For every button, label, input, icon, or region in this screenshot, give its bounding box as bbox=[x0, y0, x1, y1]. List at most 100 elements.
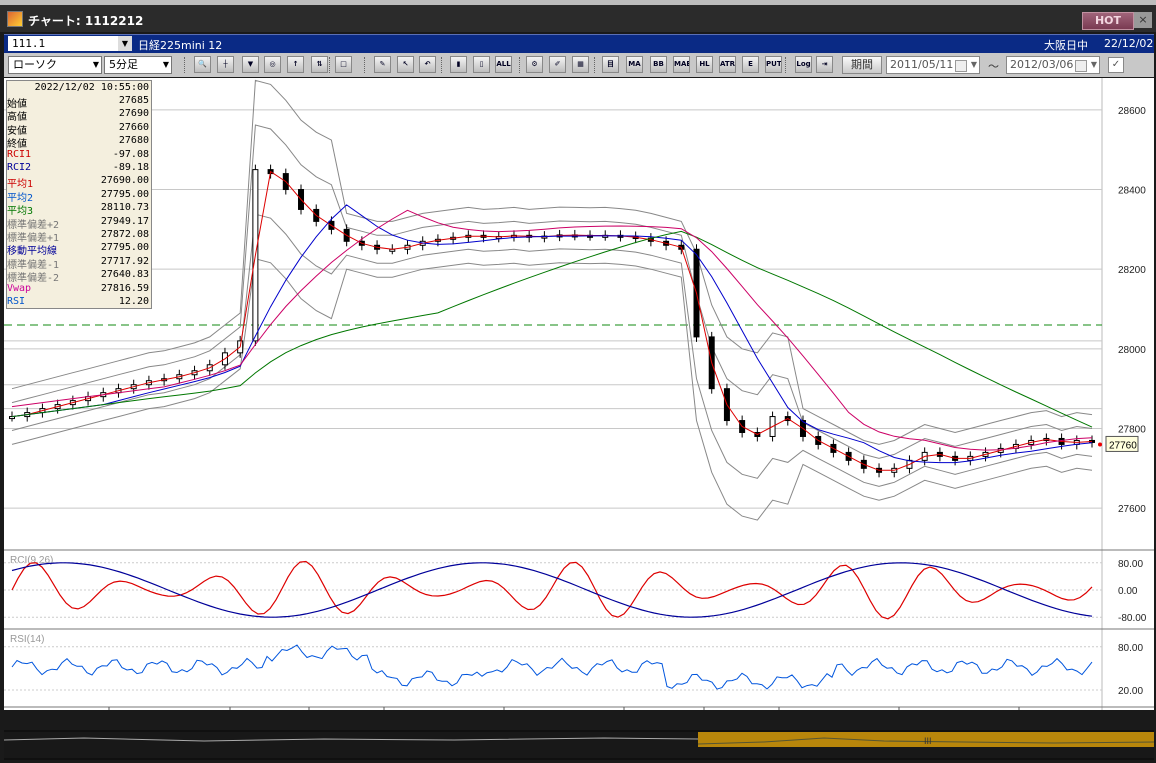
toolbar-separator bbox=[441, 57, 444, 73]
symbol-code-input[interactable]: 111.1 bbox=[8, 36, 118, 51]
date-range-separator: ～ bbox=[988, 60, 999, 73]
info-row: 平均1 27690.00 bbox=[7, 175, 151, 190]
rsi-tick-label: 20.00 bbox=[1118, 686, 1143, 697]
cursor-icon[interactable]: ↖ bbox=[397, 56, 414, 73]
info-row: RCI2 -89.18 bbox=[7, 162, 151, 175]
price-tick-label: 28000 bbox=[1118, 345, 1146, 356]
ichimoku-icon[interactable]: 目 bbox=[602, 56, 619, 73]
title-separator bbox=[0, 0, 1156, 5]
rci-tick-label: 80.00 bbox=[1118, 559, 1143, 570]
price-tick-label: 28200 bbox=[1118, 265, 1146, 276]
info-value: 27816.59 bbox=[100, 282, 149, 294]
grid-icon[interactable]: ┼ bbox=[217, 56, 234, 73]
cursor-datetime: 2022/12/02 10:55:00 bbox=[34, 82, 149, 93]
scrollbar-overview[interactable]: III bbox=[3, 730, 1155, 760]
end-date-value: 2012/03/06 bbox=[1010, 58, 1074, 71]
zoom-icon[interactable]: 🔍 bbox=[194, 56, 211, 73]
atr-icon[interactable]: ATR bbox=[719, 56, 736, 73]
info-value: 27717.92 bbox=[100, 255, 149, 267]
period-checkbox[interactable]: ✓ bbox=[1108, 57, 1124, 73]
info-row: 標準偏差-1 27717.92 bbox=[7, 255, 151, 271]
info-row: 終値 27680 bbox=[7, 135, 151, 150]
window-titlebar: チャート: 1112212 HOT × bbox=[0, 0, 1156, 32]
log-icon[interactable]: Log bbox=[795, 56, 812, 73]
candle-a-icon[interactable]: ▮ bbox=[450, 56, 467, 73]
info-row: RSI 12.20 bbox=[7, 296, 151, 309]
end-date-field[interactable]: 2012/03/06 ▼ bbox=[1006, 56, 1100, 74]
info-label: Vwap bbox=[7, 282, 32, 294]
info-row: 標準偏差+2 27949.17 bbox=[7, 215, 151, 231]
chart-svg[interactable]: 28600 28400 28200 28000 27800 27600 27760 RCI(9… bbox=[4, 78, 1154, 710]
info-value: -97.08 bbox=[112, 148, 149, 160]
palette-icon[interactable]: ▦ bbox=[572, 56, 589, 73]
candle-b-icon[interactable]: ▯ bbox=[473, 56, 490, 73]
band-line bbox=[11, 258, 1093, 521]
current-price-label: 27760 bbox=[1109, 440, 1137, 451]
zoom-box-icon[interactable]: ◎ bbox=[264, 56, 281, 73]
toolbar-separator bbox=[364, 57, 367, 73]
calendar-icon[interactable] bbox=[1075, 60, 1087, 72]
settings-icon[interactable]: ⚙ bbox=[526, 56, 543, 73]
price-tick-label: 28600 bbox=[1118, 106, 1146, 117]
put-icon[interactable]: PUT bbox=[765, 56, 782, 73]
chart-scrollbar[interactable]: III bbox=[3, 730, 1155, 760]
info-value: 27640.83 bbox=[100, 269, 149, 281]
env-icon[interactable]: E bbox=[742, 56, 759, 73]
data-window: 2022/12/02 10:55:00 始値 27685 高値 27690 安値 2766… bbox=[6, 80, 152, 309]
chevron-down-icon: ▼ bbox=[1090, 60, 1097, 69]
chart-type-value: ローソク bbox=[13, 58, 57, 71]
price-tick-label: 27800 bbox=[1118, 425, 1146, 436]
range-up-icon[interactable]: ↑ bbox=[287, 56, 304, 73]
ma-icon[interactable]: MA bbox=[626, 56, 643, 73]
app-icon bbox=[7, 11, 23, 27]
pin-down-icon[interactable]: ▼ bbox=[242, 56, 259, 73]
info-row: 高値 27690 bbox=[7, 108, 151, 123]
pen-icon[interactable]: ✎ bbox=[374, 56, 391, 73]
market-date: 22/12/02 bbox=[1104, 37, 1154, 50]
window-title: チャート: 1112212 bbox=[28, 14, 144, 28]
hot-button[interactable]: HOT bbox=[1082, 12, 1134, 30]
hl-icon[interactable]: HL bbox=[696, 56, 713, 73]
toolbar-separator bbox=[785, 57, 788, 73]
start-date-field[interactable]: 2011/05/11 ▼ bbox=[886, 56, 980, 74]
bb-icon[interactable]: BB bbox=[650, 56, 667, 73]
toolbar-separator bbox=[184, 57, 187, 73]
info-row: RCI1 -97.08 bbox=[7, 149, 151, 162]
rsi-tick-label: 80.00 bbox=[1118, 643, 1143, 654]
info-value: 27949.17 bbox=[100, 215, 149, 227]
info-value: 27690 bbox=[118, 108, 149, 120]
export-icon[interactable]: ⇥ bbox=[816, 56, 833, 73]
info-row: 平均3 28110.73 bbox=[7, 202, 151, 217]
all-icon[interactable]: ALL bbox=[495, 56, 512, 73]
mae-icon[interactable]: MAE bbox=[673, 56, 690, 73]
current-price-dot bbox=[1098, 442, 1102, 447]
info-row: 安値 27660 bbox=[7, 121, 151, 137]
undo-icon[interactable]: ↶ bbox=[419, 56, 436, 73]
blank-icon[interactable]: □ bbox=[335, 56, 352, 73]
wrench-icon[interactable]: ✐ bbox=[549, 56, 566, 73]
info-value: 27795.00 bbox=[100, 242, 149, 254]
interval-select[interactable]: 5分足 ▼ bbox=[104, 56, 172, 74]
ma-long-line bbox=[11, 230, 1093, 428]
chart-area[interactable]: 28600 28400 28200 28000 27800 27600 27760 RCI(9… bbox=[4, 78, 1154, 710]
rsi-line bbox=[11, 644, 1093, 690]
info-value: 27795.00 bbox=[100, 188, 149, 200]
info-row: 移動平均線 27795.00 bbox=[7, 242, 151, 257]
info-value: 27680 bbox=[118, 135, 149, 147]
calendar-icon[interactable] bbox=[955, 60, 967, 72]
symbol-dropdown-icon[interactable]: ▼ bbox=[118, 36, 132, 51]
info-value: 27660 bbox=[118, 121, 149, 133]
info-row: 平均2 27795.00 bbox=[7, 188, 151, 204]
scrollbar-grip-icon: III bbox=[924, 736, 932, 746]
price-tick-label: 28400 bbox=[1118, 186, 1146, 197]
rci-tick-label: 0.00 bbox=[1118, 586, 1138, 597]
range-swap-icon[interactable]: ⇅ bbox=[311, 56, 328, 73]
rsi-panel-label: RSI(14) bbox=[10, 634, 44, 645]
period-button[interactable]: 期間 bbox=[842, 56, 882, 74]
chart-type-select[interactable]: ローソク ▼ bbox=[8, 56, 102, 74]
toolbar-separator bbox=[329, 57, 332, 73]
close-icon[interactable]: × bbox=[1134, 12, 1152, 28]
info-value: -89.18 bbox=[112, 162, 149, 173]
symbol-name: 日経225mini 12 bbox=[138, 39, 223, 52]
toolbar-separator bbox=[519, 57, 522, 73]
